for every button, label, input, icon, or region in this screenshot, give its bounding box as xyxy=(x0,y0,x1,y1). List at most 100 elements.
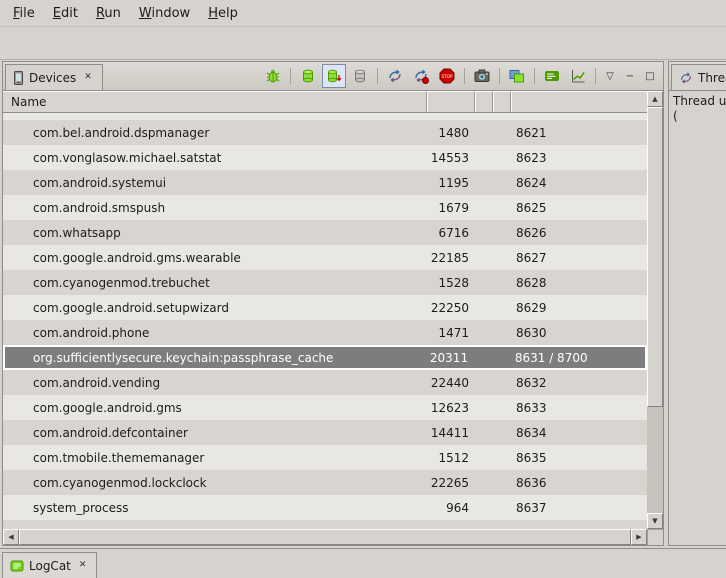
svg-text:STOP: STOP xyxy=(441,74,453,79)
cell-port: 8628 xyxy=(511,276,647,290)
cell-pid: 1679 xyxy=(427,201,475,215)
threads-message-line1: Thread up xyxy=(673,94,726,109)
cell-process-name: org.sufficientlysecure.keychain:passphra… xyxy=(5,351,426,365)
partial-row xyxy=(3,113,647,120)
menu-edit[interactable]: Edit xyxy=(44,2,87,25)
table-row[interactable]: com.android.vending 22440 8632 xyxy=(3,370,647,395)
header-col3[interactable] xyxy=(475,91,493,112)
cell-pid: 14411 xyxy=(427,426,475,440)
device-table-rows: com.bel.android.dspmanager 1480 8621 com… xyxy=(3,113,647,529)
main-area: Devices ✕ xyxy=(0,61,726,548)
toolbar-separator xyxy=(534,68,535,84)
cell-port: 8629 xyxy=(511,301,647,315)
systrace-icon[interactable] xyxy=(540,64,564,88)
cell-process-name: com.vonglasow.michael.satstat xyxy=(3,151,427,165)
scroll-down-icon[interactable]: ▼ xyxy=(647,513,663,529)
menu-file[interactable]: File xyxy=(4,2,44,25)
header-pid[interactable] xyxy=(427,91,475,112)
maximize-icon[interactable]: □ xyxy=(641,65,659,87)
cell-process-name: com.android.systemui xyxy=(3,176,427,190)
vertical-scrollbar[interactable]: ▲ ▼ xyxy=(647,91,663,529)
table-row[interactable]: com.android.systemui 1195 8624 xyxy=(3,170,647,195)
cell-process-name: com.google.android.gms.wearable xyxy=(3,251,427,265)
update-threads-icon[interactable] xyxy=(383,64,407,88)
table-row[interactable]: com.vonglasow.michael.satstat 14553 8623 xyxy=(3,145,647,170)
ddms-window: { "menu_bar": { "items": [ { "label": "F… xyxy=(0,0,726,577)
tab-devices-close-icon[interactable]: ✕ xyxy=(81,71,95,84)
cell-pid: 1512 xyxy=(427,451,475,465)
horizontal-scrollbar[interactable]: ◀ ▶ xyxy=(3,529,647,545)
threads-icon xyxy=(679,71,693,85)
header-name[interactable]: Name xyxy=(3,91,427,112)
dump-hprof-icon[interactable] xyxy=(322,64,346,88)
cell-process-name: com.android.phone xyxy=(3,326,427,340)
header-col4[interactable] xyxy=(493,91,511,112)
cell-port: 8635 xyxy=(511,451,647,465)
device-icon xyxy=(13,71,24,85)
debug-icon[interactable] xyxy=(261,64,285,88)
threads-message: Thread up ( xyxy=(669,91,726,127)
logcat-bar: LogCat ✕ xyxy=(0,548,726,578)
cell-port: 8627 xyxy=(511,251,647,265)
tab-logcat[interactable]: LogCat ✕ xyxy=(2,552,97,578)
scroll-left-icon[interactable]: ◀ xyxy=(3,529,19,545)
vertical-scroll-thumb[interactable] xyxy=(647,107,663,407)
table-row[interactable]: com.cyanogenmod.trebuchet 1528 8628 xyxy=(3,270,647,295)
tab-threads-label: Threads xyxy=(698,71,726,85)
tab-logcat-close-icon[interactable]: ✕ xyxy=(76,559,90,572)
table-row[interactable]: com.android.phone 1471 8630 xyxy=(3,320,647,345)
main-toolbar-strip xyxy=(0,27,726,60)
horizontal-scroll-thumb[interactable] xyxy=(19,529,631,545)
table-row[interactable]: com.android.defcontainer 14411 8634 xyxy=(3,420,647,445)
cell-port: 8632 xyxy=(511,376,647,390)
logcat-icon xyxy=(10,559,24,573)
table-row[interactable]: com.cyanogenmod.lockclock 22265 8636 xyxy=(3,470,647,495)
cause-gc-icon[interactable] xyxy=(348,64,372,88)
table-row[interactable]: com.google.android.setupwizard 22250 862… xyxy=(3,295,647,320)
devices-panel: Devices ✕ xyxy=(2,61,664,546)
screen-capture-icon[interactable] xyxy=(470,64,494,88)
menu-help[interactable]: Help xyxy=(199,2,247,25)
threads-message-line2: ( xyxy=(673,109,726,124)
toolbar-separator xyxy=(464,68,465,84)
header-port[interactable] xyxy=(511,91,647,112)
menu-run[interactable]: Run xyxy=(87,2,130,25)
table-row[interactable]: system_process 964 8637 xyxy=(3,495,647,520)
opengl-trace-icon[interactable] xyxy=(566,64,590,88)
update-heap-icon[interactable] xyxy=(296,64,320,88)
scroll-up-icon[interactable]: ▲ xyxy=(647,91,663,107)
stop-process-icon[interactable]: STOP xyxy=(435,64,459,88)
method-profiling-icon[interactable] xyxy=(409,64,433,88)
tab-threads[interactable]: Threads xyxy=(671,64,726,90)
cell-process-name: com.android.vending xyxy=(3,376,427,390)
threads-panel: Threads Thread up ( xyxy=(668,61,726,546)
cell-port: 8636 xyxy=(511,476,647,490)
cell-pid: 22265 xyxy=(427,476,475,490)
view-menu-icon[interactable]: ▽ xyxy=(601,65,619,87)
table-row[interactable]: com.google.android.gms 12623 8633 xyxy=(3,395,647,420)
table-row[interactable]: com.android.smspush 1679 8625 xyxy=(3,195,647,220)
menu-bar: File Edit Run Window Help xyxy=(0,0,726,27)
scroll-right-icon[interactable]: ▶ xyxy=(631,529,647,545)
table-row[interactable]: com.bel.android.dspmanager 1480 8621 xyxy=(3,120,647,145)
cell-pid: 22440 xyxy=(427,376,475,390)
table-row[interactable]: org.sufficientlysecure.keychain:passphra… xyxy=(3,345,647,370)
cell-pid: 1528 xyxy=(427,276,475,290)
cell-process-name: com.android.defcontainer xyxy=(3,426,427,440)
cell-pid: 1195 xyxy=(427,176,475,190)
report-icon[interactable] xyxy=(505,64,529,88)
table-row[interactable]: com.google.android.gms.wearable 22185 86… xyxy=(3,245,647,270)
minimize-icon[interactable]: − xyxy=(621,65,639,87)
cell-pid: 6716 xyxy=(427,226,475,240)
cell-process-name: com.tmobile.thememanager xyxy=(3,451,427,465)
cell-port: 8637 xyxy=(511,501,647,515)
cell-pid: 1471 xyxy=(427,326,475,340)
cell-process-name: system_process xyxy=(3,501,427,515)
tab-devices[interactable]: Devices ✕ xyxy=(5,64,103,90)
cell-pid: 22185 xyxy=(427,251,475,265)
cell-port: 8626 xyxy=(511,226,647,240)
tab-devices-label: Devices xyxy=(29,71,76,85)
table-row[interactable]: com.whatsapp 6716 8626 xyxy=(3,220,647,245)
table-row[interactable]: com.tmobile.thememanager 1512 8635 xyxy=(3,445,647,470)
menu-window[interactable]: Window xyxy=(130,2,199,25)
